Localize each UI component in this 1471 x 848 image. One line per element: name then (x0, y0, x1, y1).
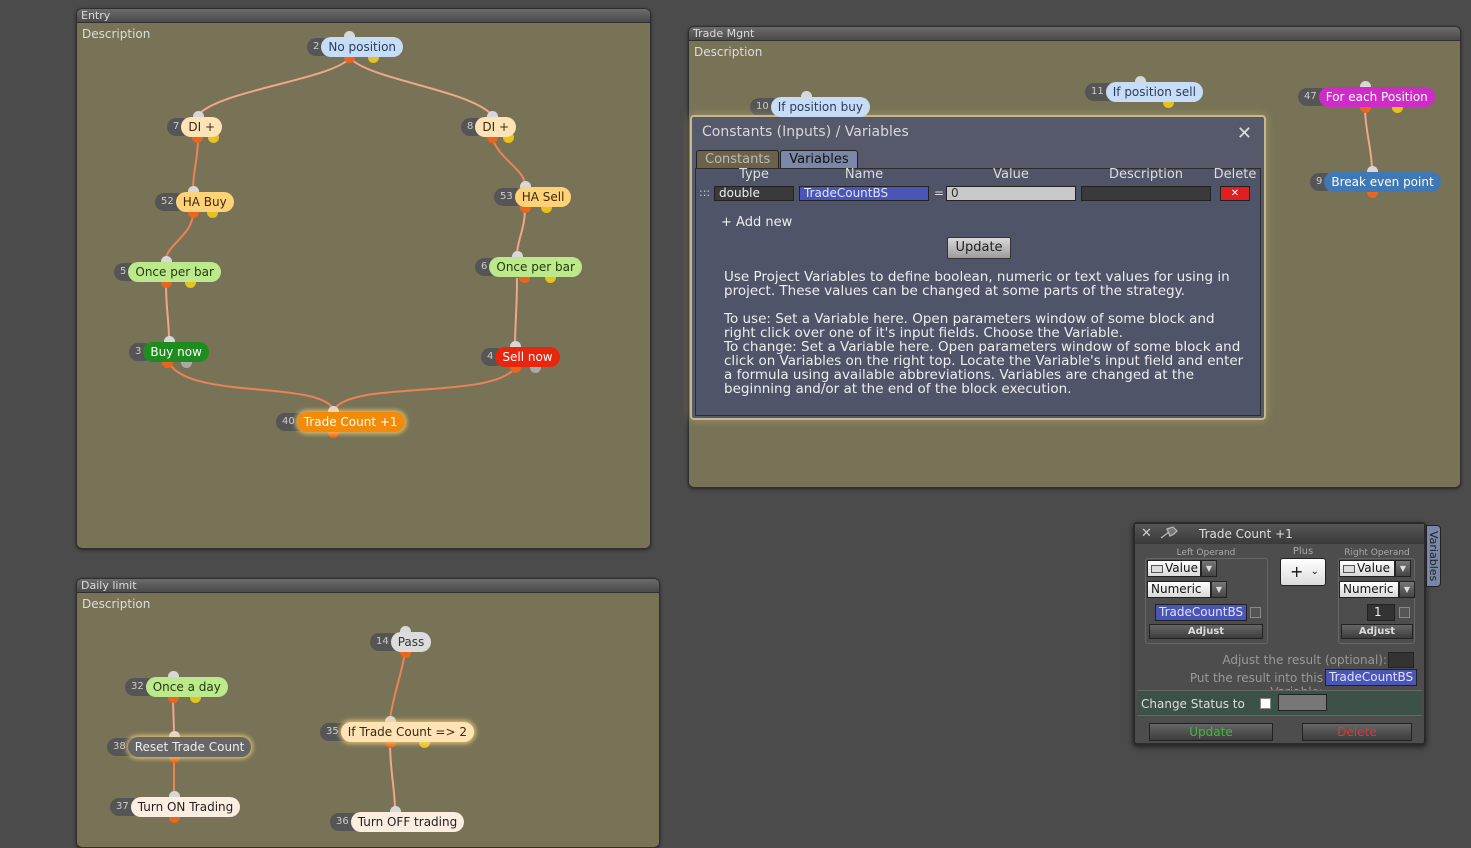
variable-type-field[interactable]: double (714, 186, 794, 201)
chevron-down-icon: ⌄ (1310, 566, 1319, 577)
node-turn-off-trading[interactable]: 36 Turn OFF trading (330, 812, 465, 832)
left-type-select[interactable]: Numeric (1147, 581, 1211, 598)
properties-title-bar: ✕ Trade Count +1 (1135, 524, 1424, 544)
properties-title: Trade Count +1 (1199, 527, 1293, 541)
close-icon[interactable]: ✕ (1237, 123, 1252, 144)
variable-value-field[interactable]: 0 (946, 186, 1076, 201)
right-operand-label: Right Operand (1344, 548, 1410, 558)
column-header-delete: Delete (1213, 167, 1257, 182)
node-for-each-position[interactable]: 47 For each Position (1298, 87, 1435, 107)
column-header-name: Name (844, 167, 884, 182)
drag-handle-icon[interactable]: ::: (699, 186, 710, 199)
variables-panel: Type Name Value Description Delete ::: d… (695, 167, 1261, 416)
left-variable-chip[interactable]: TradeCountBS (1155, 604, 1248, 621)
operator-select[interactable]: + ⌄ (1280, 558, 1326, 586)
right-operand-checkbox[interactable] (1399, 607, 1410, 618)
node-trade-count-plus-one[interactable]: 40 Trade Count +1 (276, 412, 405, 432)
right-adjust-button[interactable]: Adjust (1341, 624, 1413, 639)
properties-delete-button[interactable]: Delete (1302, 723, 1412, 741)
node-turn-on-trading[interactable]: 37 Turn ON Trading (110, 797, 241, 817)
node-buy-now[interactable]: 3 Buy now (129, 342, 209, 362)
entry-group-title[interactable]: Entry (77, 9, 650, 23)
chevron-down-icon[interactable]: ▼ (1211, 581, 1227, 598)
node-sell-now[interactable]: 4 Sell now (481, 347, 560, 367)
value-icon (1151, 564, 1163, 573)
node-once-per-bar-right[interactable]: 6 Once per bar (475, 257, 582, 277)
help-paragraph-3: To change: Set a Variable here. Open par… (724, 339, 1244, 397)
node-ha-sell[interactable]: 53 HA Sell (494, 187, 572, 207)
close-icon[interactable]: ✕ (1141, 524, 1152, 544)
column-header-value: Value (993, 167, 1029, 182)
help-paragraph-1: Use Project Variables to define boolean,… (724, 269, 1230, 299)
adjust-result-field[interactable] (1388, 652, 1414, 668)
add-new-variable-link[interactable]: + Add new (721, 215, 792, 230)
help-text: Use Project Variables to define boolean,… (724, 270, 1244, 410)
help-paragraph-2: To use: Set a Variable here. Open parame… (724, 311, 1215, 341)
properties-update-button[interactable]: Update (1149, 723, 1273, 741)
value-icon (1343, 564, 1355, 573)
node-break-even-point[interactable]: 9 Break even point (1310, 172, 1441, 192)
result-variable-chip[interactable]: TradeCountBS (1325, 669, 1418, 686)
column-header-description: Description (1108, 167, 1184, 182)
left-operand-label: Left Operand (1176, 548, 1236, 558)
daily-limit-group-title[interactable]: Daily limit (77, 579, 659, 593)
status-select[interactable] (1278, 694, 1327, 711)
adjust-result-label: Adjust the result (optional): (1222, 653, 1387, 667)
node-once-per-bar-left[interactable]: 5 Once per bar (114, 262, 221, 282)
variable-description-field[interactable] (1081, 186, 1211, 201)
node-if-trade-count-gte-2[interactable]: 35 If Trade Count => 2 (320, 722, 474, 742)
trade-mgnt-group-title[interactable]: Trade Mgnt (689, 27, 1460, 41)
block-properties-panel: ✕ Trade Count +1 Left Operand Plus Right… (1133, 522, 1426, 745)
node-di-plus-right[interactable]: 8 DI + (461, 117, 517, 137)
change-status-label: Change Status to (1141, 697, 1245, 711)
plus-label: Plus (1292, 546, 1314, 557)
node-ha-buy[interactable]: 52 HA Buy (155, 192, 234, 212)
daily-limit-group-description[interactable]: Description (77, 593, 659, 611)
chevron-down-icon[interactable]: ▼ (1395, 560, 1411, 577)
dialog-tabs: Constants Variables (696, 150, 859, 168)
pin-icon[interactable] (1159, 526, 1179, 540)
left-operand-checkbox[interactable] (1250, 607, 1261, 618)
variables-dialog: Constants (Inputs) / Variables ✕ Constan… (690, 115, 1266, 420)
change-status-row: Change Status to (1137, 690, 1422, 716)
update-button[interactable]: Update (947, 237, 1011, 259)
right-value-field[interactable]: 1 (1367, 604, 1395, 621)
node-pass[interactable]: 14 Pass (370, 632, 432, 652)
right-kind-select[interactable]: Value (1339, 560, 1395, 577)
trade-mgnt-group-description[interactable]: Description (689, 41, 1460, 59)
tab-variables[interactable]: Variables (780, 150, 858, 168)
dialog-title: Constants (Inputs) / Variables (702, 124, 909, 140)
variable-name-field[interactable]: TradeCountBS (799, 186, 929, 201)
node-reset-trade-count[interactable]: 38 Reset Trade Count (107, 737, 252, 757)
equals-sign: = (934, 186, 945, 200)
node-if-position-buy[interactable]: 10 If position buy (750, 97, 870, 117)
node-no-position[interactable]: 2 No position (307, 37, 404, 57)
change-status-checkbox[interactable] (1260, 698, 1271, 709)
right-type-select[interactable]: Numeric (1339, 581, 1399, 598)
node-if-position-sell[interactable]: 11 If position sell (1085, 82, 1203, 102)
chevron-down-icon[interactable]: ▼ (1201, 560, 1217, 577)
node-di-plus-left[interactable]: 7 DI + (167, 117, 223, 137)
tab-constants[interactable]: Constants (696, 150, 780, 168)
left-kind-select[interactable]: Value (1147, 560, 1201, 577)
variables-side-tab[interactable]: Variables (1426, 525, 1441, 587)
column-header-type: Type (739, 167, 769, 182)
delete-variable-button[interactable]: ✕ (1220, 186, 1250, 201)
variable-row: ::: double TradeCountBS = 0 ✕ (696, 186, 1260, 202)
node-once-a-day[interactable]: 32 Once a day (125, 677, 228, 697)
left-adjust-button[interactable]: Adjust (1149, 624, 1263, 639)
chevron-down-icon[interactable]: ▼ (1399, 581, 1415, 598)
